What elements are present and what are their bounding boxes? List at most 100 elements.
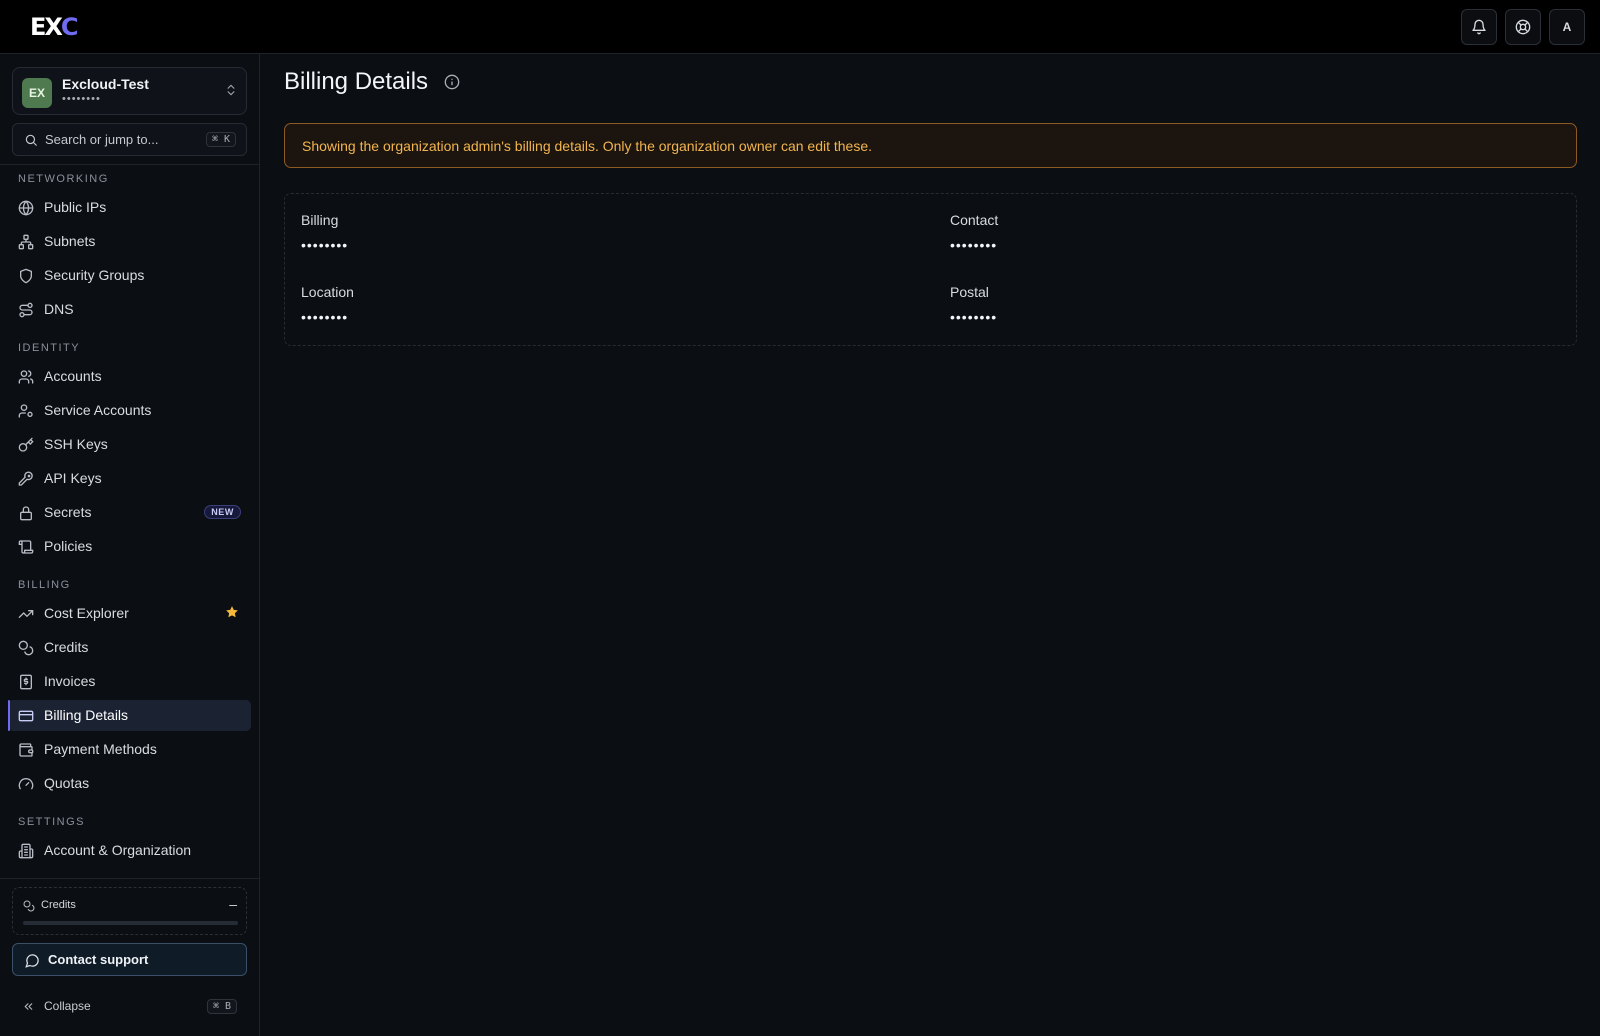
sidebar-item-label: SSH Keys bbox=[44, 436, 108, 452]
sidebar-item-cost-explorer[interactable]: Cost Explorer bbox=[8, 598, 251, 629]
sidebar-item-label: DNS bbox=[44, 301, 74, 317]
sidebar-item-label: Subnets bbox=[44, 233, 96, 249]
building-icon bbox=[18, 843, 34, 859]
sidebar-divider bbox=[0, 164, 259, 165]
sidebar-item-public-ips[interactable]: Public IPs bbox=[8, 192, 251, 223]
sidebar-item-service-accounts[interactable]: Service Accounts bbox=[8, 395, 251, 426]
collapse-shortcut: ⌘ B bbox=[206, 999, 237, 1014]
sidebar-item-billing-details[interactable]: Billing Details bbox=[8, 700, 251, 731]
sidebar-item-label: Account & Organization bbox=[44, 842, 192, 858]
logo-text-accent: C bbox=[60, 13, 79, 41]
credits-progress-bar bbox=[23, 921, 238, 925]
sidebar-item-label: Security Groups bbox=[44, 267, 145, 283]
wallet-icon bbox=[19, 743, 34, 757]
collapse-label: Collapse bbox=[44, 999, 91, 1013]
exc-logo[interactable]: EX C bbox=[30, 13, 79, 41]
lifebuoy-icon bbox=[1515, 19, 1531, 35]
contact-value: •••••••• bbox=[950, 237, 998, 253]
coins-icon bbox=[18, 640, 34, 656]
gauge-icon bbox=[18, 778, 34, 790]
new-badge: NEW bbox=[204, 505, 241, 519]
coins-icon bbox=[23, 900, 35, 912]
sidebar-item-quotas[interactable]: Quotas bbox=[8, 768, 251, 799]
postal-value: •••••••• bbox=[950, 309, 998, 325]
search-shortcut: ⌘ K bbox=[205, 132, 236, 147]
sidebar-item-security-groups[interactable]: Security Groups bbox=[8, 260, 251, 291]
sidebar-item-dns[interactable]: DNS bbox=[8, 294, 251, 325]
receipt-icon bbox=[20, 674, 32, 690]
contact-label: Contact bbox=[950, 212, 999, 228]
permission-alert: Showing the organization admin's billing… bbox=[284, 123, 1577, 168]
billing-label: Billing bbox=[301, 212, 339, 228]
contact-support-button[interactable]: Contact support bbox=[12, 943, 247, 976]
search-placeholder: Search or jump to... bbox=[45, 132, 159, 147]
sidebar-item-label: Quotas bbox=[44, 775, 90, 791]
main-content: Billing Details Showing the organization… bbox=[261, 54, 1600, 1036]
org-avatar: EX bbox=[22, 78, 52, 108]
sidebar-item-label: Credits bbox=[44, 639, 89, 655]
sidebar-item-secrets[interactable]: Secrets NEW bbox=[8, 497, 251, 528]
top-bar: EX C A bbox=[0, 0, 1600, 54]
section-title-billing: BILLING bbox=[18, 579, 71, 591]
sidebar-divider bbox=[0, 878, 259, 879]
globe-icon bbox=[18, 200, 34, 216]
sidebar-item-policies[interactable]: Policies bbox=[8, 531, 251, 562]
org-id: •••••••• bbox=[62, 93, 101, 105]
sidebar-item-payment-methods[interactable]: Payment Methods bbox=[8, 734, 251, 765]
notifications-button[interactable] bbox=[1461, 9, 1497, 45]
sidebar-item-accounts[interactable]: Accounts bbox=[8, 361, 251, 392]
collapse-sidebar-button[interactable]: Collapse ⌘ B bbox=[12, 994, 247, 1020]
shield-icon bbox=[20, 268, 32, 284]
user-avatar-button[interactable]: A bbox=[1549, 9, 1585, 45]
sidebar-item-api-keys[interactable]: API Keys bbox=[8, 463, 251, 494]
sidebar-item-label: Public IPs bbox=[44, 199, 107, 215]
sidebar-item-account-organization[interactable]: Account & Organization bbox=[8, 835, 251, 866]
sidebar-item-label: Invoices bbox=[44, 673, 96, 689]
key-round-icon bbox=[18, 437, 34, 452]
search-input[interactable]: Search or jump to... ⌘ K bbox=[12, 123, 247, 156]
sidebar-item-label: Secrets bbox=[44, 504, 92, 520]
sidebar-item-label: Payment Methods bbox=[44, 741, 157, 757]
org-switcher[interactable]: EX Excloud-Test •••••••• bbox=[12, 67, 247, 115]
alert-text: Showing the organization admin's billing… bbox=[302, 138, 873, 154]
postal-label: Postal bbox=[950, 284, 989, 300]
sidebar-item-ssh-keys[interactable]: SSH Keys bbox=[8, 429, 251, 460]
credits-widget[interactable]: Credits – bbox=[12, 887, 247, 935]
page-title: Billing Details bbox=[284, 68, 429, 95]
location-value: •••••••• bbox=[301, 309, 349, 325]
billing-details-card: Billing •••••••• Contact •••••••• Locati… bbox=[284, 193, 1577, 346]
star-icon bbox=[226, 606, 238, 618]
scroll-icon bbox=[18, 540, 34, 554]
route-icon bbox=[19, 302, 33, 318]
avatar-letter: A bbox=[1562, 20, 1572, 34]
contact-support-label: Contact support bbox=[48, 952, 149, 967]
message-circle-icon bbox=[25, 954, 39, 968]
location-label: Location bbox=[301, 284, 354, 300]
bell-icon bbox=[1472, 19, 1486, 35]
logo-text-main: EX bbox=[30, 13, 63, 41]
chevrons-up-down-icon bbox=[227, 84, 235, 96]
sidebar-item-invoices[interactable]: Invoices bbox=[8, 666, 251, 697]
network-icon bbox=[18, 234, 34, 250]
help-button[interactable] bbox=[1505, 9, 1541, 45]
sidebar-item-label: API Keys bbox=[44, 470, 102, 486]
user-cog-icon bbox=[18, 404, 33, 418]
sidebar-item-label: Service Accounts bbox=[44, 402, 152, 418]
credits-value: – bbox=[229, 896, 237, 912]
users-icon bbox=[18, 370, 34, 384]
sidebar-item-label: Billing Details bbox=[44, 707, 129, 723]
lock-icon bbox=[20, 506, 32, 521]
key-icon bbox=[18, 471, 33, 486]
sidebar: EX Excloud-Test •••••••• Search or jump … bbox=[0, 54, 260, 1036]
search-icon bbox=[25, 134, 37, 146]
sidebar-item-subnets[interactable]: Subnets bbox=[8, 226, 251, 257]
credit-card-icon bbox=[18, 710, 34, 722]
section-title-settings: SETTINGS bbox=[18, 816, 86, 828]
info-icon[interactable] bbox=[444, 74, 460, 90]
sidebar-item-credits[interactable]: Credits bbox=[8, 632, 251, 663]
trending-up-icon bbox=[18, 610, 34, 618]
org-name: Excloud-Test bbox=[62, 76, 149, 92]
sidebar-item-label: Cost Explorer bbox=[44, 605, 129, 621]
chevrons-left-icon bbox=[24, 1003, 33, 1010]
section-title-networking: NETWORKING bbox=[18, 173, 109, 185]
